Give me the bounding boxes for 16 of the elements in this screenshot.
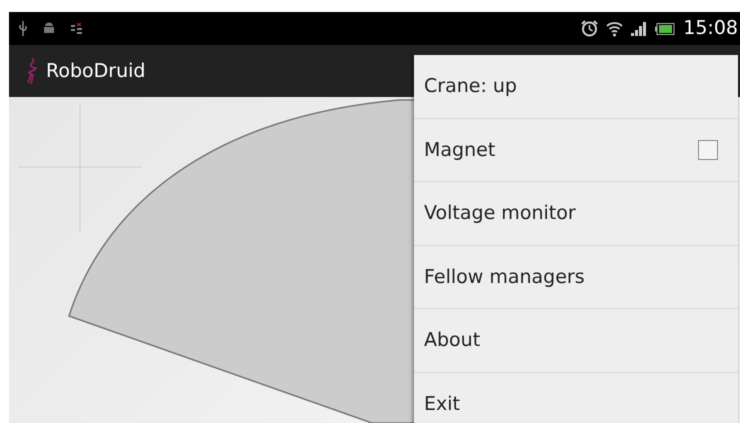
usb-icon — [19, 21, 27, 36]
menu-item[interactable]: Exit — [414, 372, 738, 423]
crosshair-icon — [18, 105, 142, 231]
menu-item[interactable]: Crane: up — [414, 55, 738, 118]
battery-icon — [655, 22, 676, 34]
menu-item[interactable]: About — [414, 309, 738, 372]
status-time: 15:08 — [683, 16, 738, 42]
alarm-clock-icon — [581, 20, 598, 37]
menu-item[interactable]: Magnet — [414, 118, 738, 182]
menu-item[interactable]: Fellow managers — [414, 246, 738, 309]
app-title: RoboDruid — [46, 58, 146, 84]
data-transfer-icon — [71, 23, 83, 34]
wifi-icon — [606, 20, 624, 36]
checkbox[interactable] — [698, 140, 718, 160]
menu-item[interactable]: Voltage monitor — [414, 182, 738, 246]
signal-icon — [631, 22, 648, 36]
